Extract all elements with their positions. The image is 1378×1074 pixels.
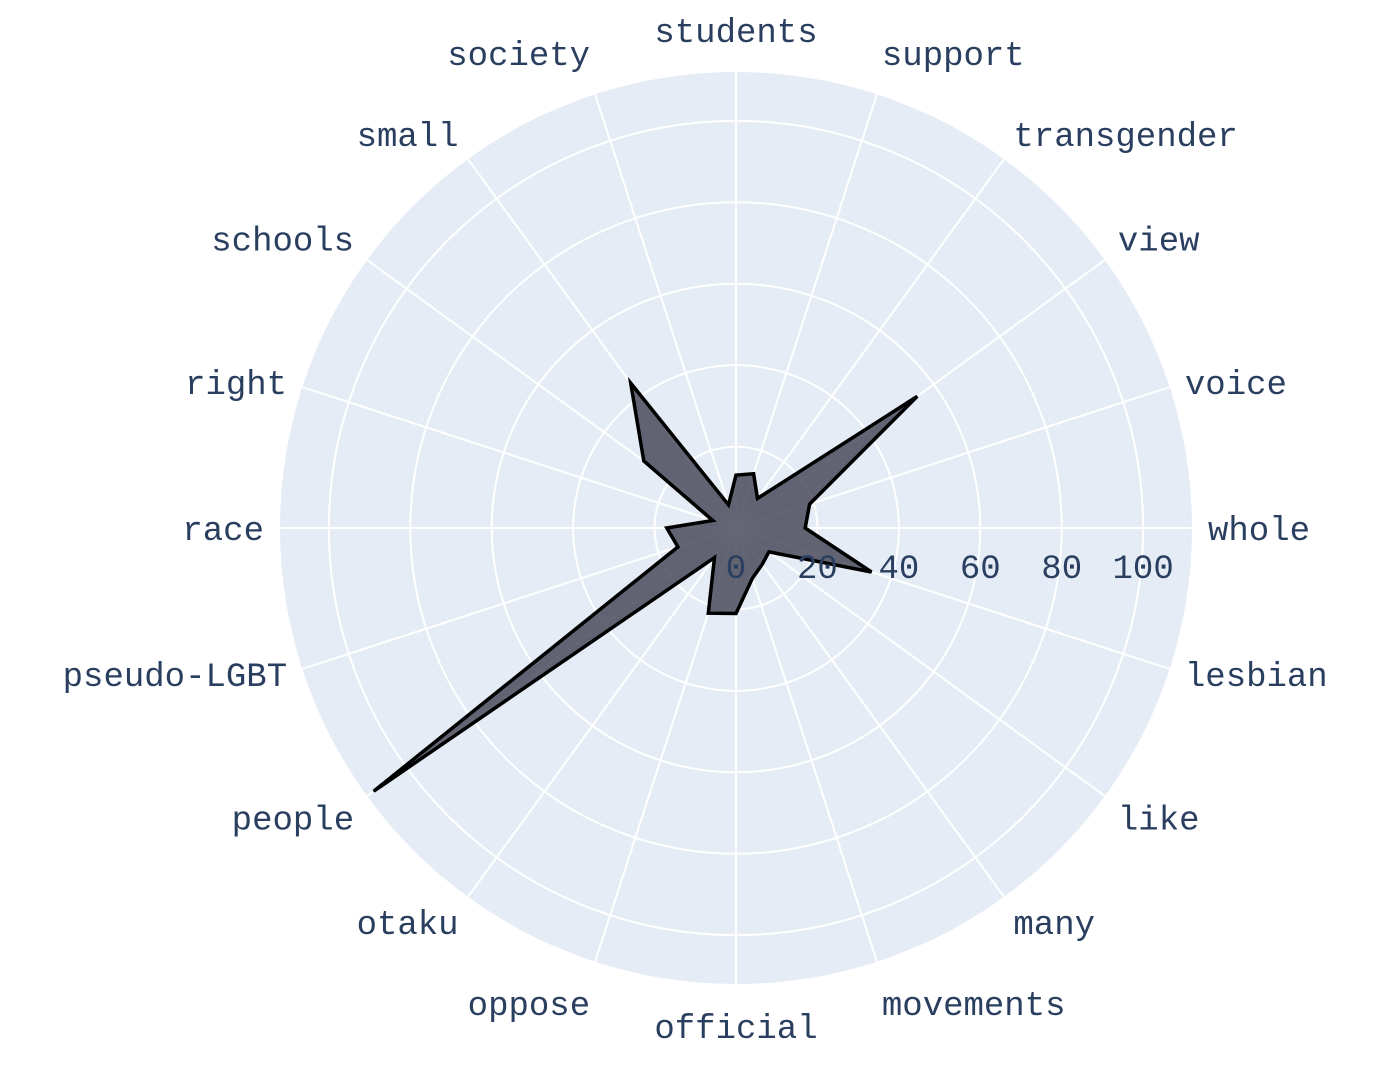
category-label-transgender: transgender xyxy=(1013,119,1237,157)
category-label-movements: movements xyxy=(882,988,1066,1026)
data-point-whole xyxy=(804,527,806,529)
data-point-lesbian xyxy=(871,571,873,573)
data-point-support xyxy=(753,473,755,475)
category-label-like: like xyxy=(1118,802,1200,840)
category-label-people: people xyxy=(232,802,354,840)
data-point-official xyxy=(735,613,737,614)
category-label-society: society xyxy=(447,38,590,76)
category-label-small: small xyxy=(357,119,459,157)
category-label-support: support xyxy=(882,38,1025,76)
radial-tick-label: 80 xyxy=(1041,551,1082,589)
radar-chart: 0 20 40 60 80 100 whole voice view transgender su… xyxy=(0,0,1378,1074)
data-point-society xyxy=(727,504,729,506)
data-point-schools xyxy=(643,460,645,462)
radial-tick-label: 100 xyxy=(1113,551,1174,589)
data-point-pseudo-LGBT xyxy=(677,546,679,548)
data-point-small xyxy=(630,382,632,384)
data-point-people xyxy=(373,790,375,792)
data-point-view xyxy=(916,395,918,397)
radial-tick-label: 40 xyxy=(878,551,919,589)
data-point-like xyxy=(768,551,770,553)
radial-tick-label: 60 xyxy=(960,551,1001,589)
category-label-race: race xyxy=(182,513,264,551)
radial-tick-label: 0 xyxy=(726,551,746,589)
data-point-right xyxy=(712,519,714,521)
category-label-pseudo-LGBT: pseudo-LGBT xyxy=(63,659,287,697)
radar-chart-svg: 0 20 40 60 80 100 whole voice view transgender su… xyxy=(63,15,1328,1049)
data-point-oppose xyxy=(707,612,709,614)
category-label-right: right xyxy=(185,367,287,405)
category-label-official: official xyxy=(654,1011,817,1049)
category-label-whole: whole xyxy=(1208,513,1310,551)
radial-tick-label: 20 xyxy=(797,551,838,589)
category-label-students: students xyxy=(654,15,817,53)
category-label-schools: schools xyxy=(211,224,354,262)
data-point-students xyxy=(735,474,737,476)
category-label-oppose: oppose xyxy=(468,988,590,1026)
data-point-transgender xyxy=(757,497,759,499)
category-label-view: view xyxy=(1118,224,1200,262)
category-label-lesbian: lesbian xyxy=(1185,659,1328,697)
data-point-movements xyxy=(751,577,753,579)
category-label-voice: voice xyxy=(1185,367,1287,405)
data-point-otaku xyxy=(713,557,715,559)
data-point-voice xyxy=(809,503,811,505)
data-point-many xyxy=(761,563,763,565)
category-label-many: many xyxy=(1013,907,1095,945)
category-label-otaku: otaku xyxy=(357,907,459,945)
data-point-race xyxy=(666,527,668,529)
